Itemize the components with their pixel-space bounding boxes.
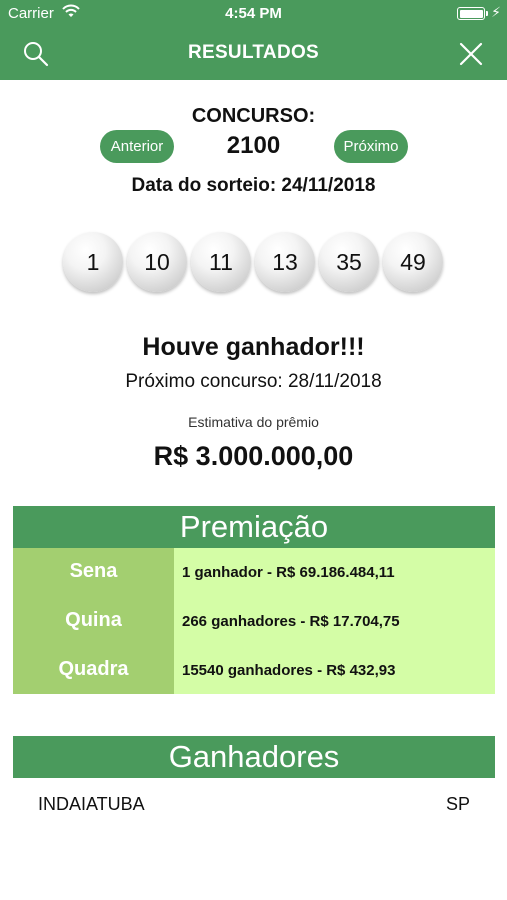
clock: 4:54 PM [225, 5, 282, 22]
prize-tier-value: 266 ganhadores - R$ 17.704,75 [182, 613, 400, 630]
number-ball: 35 [319, 232, 379, 292]
next-draw-date: Próximo concurso: 28/11/2018 [125, 371, 382, 392]
number-ball: 11 [191, 232, 251, 292]
prize-labels-column: Sena Quina Quadra [13, 548, 174, 694]
list-item: INDAIATUBA SP [13, 794, 495, 818]
premiacao-header: Premiação [13, 506, 495, 548]
nav-bar: RESULTADOS [0, 28, 507, 80]
drawn-numbers: 1 10 11 13 35 49 [63, 232, 445, 294]
battery-icon [457, 7, 485, 20]
battery-fill [459, 9, 483, 18]
ganhadores-header: Ganhadores [13, 736, 495, 778]
number-ball: 1 [63, 232, 123, 292]
status-bar: Carrier 4:54 PM ⚡ [0, 0, 507, 28]
prize-values-column: 1 ganhador - R$ 69.186.484,11 266 ganhad… [174, 548, 495, 694]
next-button[interactable]: Próximo [334, 130, 408, 163]
prize-estimate-value: R$ 3.000.000,00 [153, 441, 354, 471]
concurso-label: CONCURSO: [191, 105, 316, 127]
number-ball: 13 [255, 232, 315, 292]
close-icon[interactable] [457, 40, 485, 68]
prize-tier-label: Sena [69, 560, 118, 582]
battery-tip [486, 11, 488, 16]
page-title: RESULTADOS [187, 42, 320, 63]
concurso-number: 2100 [226, 132, 281, 159]
prize-tier-value: 15540 ganhadores - R$ 432,93 [182, 662, 396, 679]
winner-status: Houve ganhador!!! [142, 333, 365, 361]
winner-state: SP [445, 794, 470, 814]
prize-tier-label: Quadra [58, 658, 129, 680]
prize-tier-value: 1 ganhador - R$ 69.186.484,11 [182, 564, 395, 581]
winner-city: INDAIATUBA [38, 794, 145, 814]
charging-icon: ⚡ [491, 4, 501, 20]
number-ball: 49 [383, 232, 443, 292]
prize-estimate-label: Estimativa do prêmio [188, 414, 319, 430]
draw-date: Data do sorteio: 24/11/2018 [131, 175, 376, 196]
prize-tier-label: Quina [65, 609, 122, 631]
prize-table: Sena Quina Quadra 1 ganhador - R$ 69.186… [13, 548, 495, 694]
number-ball: 10 [127, 232, 187, 292]
